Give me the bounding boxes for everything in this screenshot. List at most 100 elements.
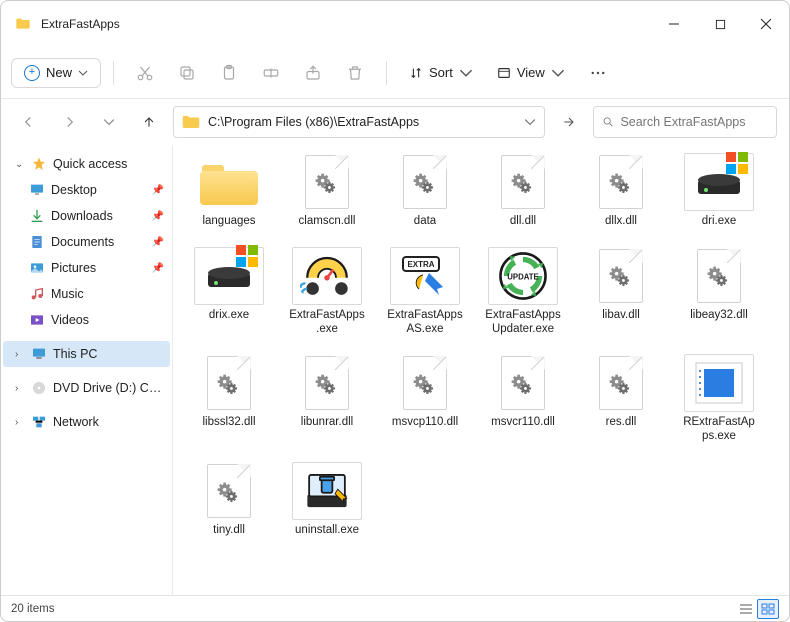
file-label: drix.exe bbox=[209, 309, 249, 323]
svg-text:UPDATE: UPDATE bbox=[507, 272, 538, 281]
address-input[interactable] bbox=[208, 115, 516, 129]
search-box[interactable] bbox=[593, 106, 777, 138]
file-label: libav.dll bbox=[602, 309, 640, 323]
file-item[interactable]: msvcr110.dll bbox=[481, 350, 565, 448]
chevron-down-icon[interactable] bbox=[524, 116, 536, 128]
file-item[interactable]: UPDATEExtraFastAppsUpdater.exe bbox=[481, 243, 565, 341]
pictures-icon bbox=[29, 260, 45, 276]
exe-icon bbox=[684, 354, 754, 412]
file-item[interactable]: ExtraFastApps.exe bbox=[285, 243, 369, 341]
paste-button[interactable] bbox=[210, 55, 248, 91]
file-item[interactable]: tiny.dll bbox=[187, 458, 271, 542]
file-label: libssl32.dll bbox=[202, 416, 255, 430]
file-item[interactable]: drix.exe bbox=[187, 243, 271, 341]
titlebar: ExtraFastApps bbox=[1, 1, 789, 47]
sort-button[interactable]: Sort bbox=[399, 59, 483, 86]
delete-button[interactable] bbox=[336, 55, 374, 91]
document-icon bbox=[29, 234, 45, 250]
sidebar-item-this-pc[interactable]: ›This PC bbox=[3, 341, 170, 367]
cut-button[interactable] bbox=[126, 55, 164, 91]
svg-text:EXTRA: EXTRA bbox=[407, 260, 434, 269]
new-button[interactable]: + New bbox=[11, 58, 101, 88]
address-bar[interactable] bbox=[173, 106, 545, 138]
dll-icon bbox=[599, 155, 643, 209]
details-view-button[interactable] bbox=[735, 599, 757, 619]
sort-icon bbox=[409, 66, 423, 80]
dll-icon bbox=[207, 464, 251, 518]
exe-icon: UPDATE bbox=[488, 247, 558, 305]
file-label: clamscn.dll bbox=[299, 215, 356, 229]
share-button[interactable] bbox=[294, 55, 332, 91]
desktop-icon bbox=[29, 182, 45, 198]
search-input[interactable] bbox=[620, 115, 768, 129]
sidebar-item-network[interactable]: ›Network bbox=[3, 409, 170, 435]
more-button[interactable] bbox=[579, 55, 617, 91]
forward-button[interactable] bbox=[53, 106, 85, 138]
go-button[interactable] bbox=[553, 106, 585, 138]
file-label: data bbox=[414, 215, 436, 229]
folder-icon bbox=[15, 16, 31, 32]
file-item[interactable]: libssl32.dll bbox=[187, 350, 271, 448]
file-item[interactable]: RExtraFastApps.exe bbox=[677, 350, 761, 448]
download-icon bbox=[29, 208, 45, 224]
sidebar-item-pictures[interactable]: Pictures📌 bbox=[3, 255, 170, 281]
file-item[interactable]: dll.dll bbox=[481, 149, 565, 233]
file-item[interactable]: clamscn.dll bbox=[285, 149, 369, 233]
sidebar-item-quick-access[interactable]: ⌄ Quick access bbox=[3, 151, 170, 177]
file-list: languagesclamscn.dlldatadll.dlldllx.dlld… bbox=[173, 145, 789, 595]
file-item[interactable]: libav.dll bbox=[579, 243, 663, 341]
file-item[interactable]: libeay32.dll bbox=[677, 243, 761, 341]
search-icon bbox=[602, 115, 614, 129]
folder-icon bbox=[200, 159, 258, 205]
rename-button[interactable] bbox=[252, 55, 290, 91]
sidebar-item-downloads[interactable]: Downloads📌 bbox=[3, 203, 170, 229]
pin-icon: 📌 bbox=[152, 211, 164, 222]
sidebar-item-desktop[interactable]: Desktop📌 bbox=[3, 177, 170, 203]
new-label: New bbox=[46, 65, 72, 80]
window-title: ExtraFastApps bbox=[41, 17, 651, 31]
view-icon bbox=[497, 66, 511, 80]
pin-icon: 📌 bbox=[152, 237, 164, 248]
file-label: libeay32.dll bbox=[690, 309, 748, 323]
star-icon bbox=[31, 156, 47, 172]
explorer-window: ExtraFastApps + New Sort View bbox=[0, 0, 790, 622]
file-item[interactable]: libunrar.dll bbox=[285, 350, 369, 448]
statusbar: 20 items bbox=[1, 595, 789, 621]
file-label: RExtraFastApps.exe bbox=[681, 416, 757, 444]
icons-view-button[interactable] bbox=[757, 599, 779, 619]
view-button[interactable]: View bbox=[487, 59, 575, 86]
chevron-down-icon bbox=[459, 66, 473, 80]
sidebar: ⌄ Quick access Desktop📌 Downloads📌 Docum… bbox=[1, 145, 173, 595]
file-item[interactable]: EXTRAExtraFastAppsAS.exe bbox=[383, 243, 467, 341]
folder-icon bbox=[182, 115, 200, 129]
chevron-right-icon: › bbox=[15, 383, 25, 394]
sidebar-item-dvd[interactable]: ›DVD Drive (D:) CCCOMA_X64FRE bbox=[3, 375, 170, 401]
file-label: dll.dll bbox=[510, 215, 536, 229]
file-item[interactable]: msvcp110.dll bbox=[383, 350, 467, 448]
file-item[interactable]: dllx.dll bbox=[579, 149, 663, 233]
file-label: res.dll bbox=[606, 416, 637, 430]
sidebar-item-documents[interactable]: Documents📌 bbox=[3, 229, 170, 255]
file-item[interactable]: res.dll bbox=[579, 350, 663, 448]
up-button[interactable] bbox=[133, 106, 165, 138]
file-item[interactable]: dri.exe bbox=[677, 149, 761, 233]
copy-button[interactable] bbox=[168, 55, 206, 91]
back-button[interactable] bbox=[13, 106, 45, 138]
file-item[interactable]: data bbox=[383, 149, 467, 233]
minimize-button[interactable] bbox=[651, 1, 697, 47]
file-label: msvcr110.dll bbox=[491, 416, 555, 430]
chevron-right-icon: › bbox=[15, 417, 25, 428]
close-button[interactable] bbox=[743, 1, 789, 47]
dll-icon bbox=[599, 249, 643, 303]
exe-icon bbox=[292, 247, 362, 305]
recent-dropdown[interactable] bbox=[93, 106, 125, 138]
maximize-button[interactable] bbox=[697, 1, 743, 47]
chevron-right-icon: › bbox=[15, 349, 25, 360]
sidebar-item-music[interactable]: Music bbox=[3, 281, 170, 307]
file-item[interactable]: uninstall.exe bbox=[285, 458, 369, 542]
chevron-down-icon bbox=[551, 66, 565, 80]
exe-icon bbox=[194, 247, 264, 305]
file-item[interactable]: languages bbox=[187, 149, 271, 233]
sidebar-item-videos[interactable]: Videos bbox=[3, 307, 170, 333]
pin-icon: 📌 bbox=[152, 185, 164, 196]
